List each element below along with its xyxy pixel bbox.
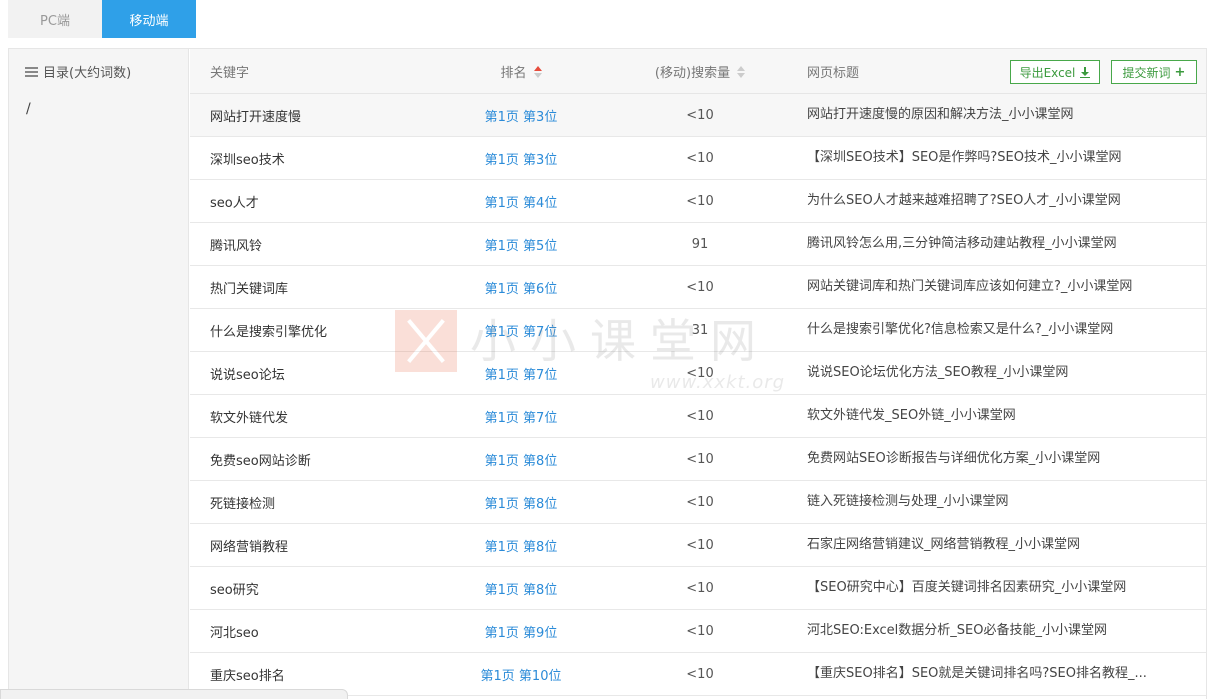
page-title-cell: 链入死链接检测与处理_小小课堂网 bbox=[807, 494, 1009, 509]
device-tabs: PC端 移动端 bbox=[8, 0, 196, 38]
table-row: 免费seo网站诊断 第1页 第8位 <10 免费网站SEO诊断报告与详细优化方案_小小… bbox=[190, 438, 1206, 481]
rank-link[interactable]: 第1页 第8位 bbox=[430, 524, 612, 566]
table-row: 网络营销教程 第1页 第8位 <10 石家庄网络营销建议_网络营销教程_小小课堂网 bbox=[190, 524, 1206, 567]
header-keyword: 关键字 bbox=[210, 66, 250, 81]
volume-cell: <10 bbox=[686, 365, 714, 381]
header-volume[interactable]: (移动)搜索量 bbox=[620, 49, 780, 94]
page-title-cell: 河北SEO:Excel数据分析_SEO必备技能_小小课堂网 bbox=[807, 623, 1107, 638]
rank-link[interactable]: 第1页 第7位 bbox=[430, 309, 612, 351]
rank-link[interactable]: 第1页 第8位 bbox=[430, 567, 612, 609]
directory-sidebar: 目录(大约词数) / bbox=[9, 49, 189, 699]
page-title-cell: 为什么SEO人才越来越难招聘了?SEO人才_小小课堂网 bbox=[807, 193, 1121, 208]
rank-link[interactable]: 第1页 第8位 bbox=[430, 481, 612, 523]
rank-link[interactable]: 第1页 第9位 bbox=[430, 610, 612, 652]
keyword-cell: 热门关键词库 bbox=[210, 281, 289, 297]
volume-cell: <10 bbox=[686, 451, 714, 467]
keyword-cell: 免费seo网站诊断 bbox=[210, 453, 311, 469]
directory-heading: 目录(大约词数) bbox=[25, 62, 131, 81]
sort-icon[interactable] bbox=[533, 65, 542, 78]
rank-link[interactable]: 第1页 第5位 bbox=[430, 223, 612, 265]
page-title-cell: 免费网站SEO诊断报告与详细优化方案_小小课堂网 bbox=[807, 451, 1101, 466]
table-row: 热门关键词库 第1页 第6位 <10 网站关键词库和热门关键词库应该如何建立?_小小课… bbox=[190, 266, 1206, 309]
header-rank[interactable]: 排名 bbox=[430, 49, 612, 94]
header-page-title: 网页标题 bbox=[807, 66, 860, 81]
volume-cell: <10 bbox=[686, 666, 714, 682]
volume-cell: 91 bbox=[691, 236, 709, 252]
keyword-cell: seo研究 bbox=[210, 582, 259, 598]
rank-link[interactable]: 第1页 第7位 bbox=[430, 352, 612, 394]
keyword-table: 关键字 排名 (移动)搜索量 网页标题 导出Excel 提交新词 + 网站打开速… bbox=[190, 49, 1206, 699]
page-title-cell: 什么是搜索引擎优化?信息检索又是什么?_小小课堂网 bbox=[807, 322, 1114, 337]
rank-link[interactable]: 第1页 第3位 bbox=[430, 137, 612, 179]
volume-cell: <10 bbox=[686, 107, 714, 123]
rank-link[interactable]: 第1页 第3位 bbox=[430, 94, 612, 136]
rank-link[interactable]: 第1页 第8位 bbox=[430, 438, 612, 480]
header-volume-label: (移动)搜索量 bbox=[654, 66, 731, 81]
volume-cell: <10 bbox=[686, 494, 714, 510]
directory-title: 目录(大约词数) bbox=[43, 66, 132, 81]
keyword-cell: 腾讯风铃 bbox=[210, 238, 263, 254]
table-row: 什么是搜索引擎优化 第1页 第7位 31 什么是搜索引擎优化?信息检索又是什么?_小小… bbox=[190, 309, 1206, 352]
table-row: 说说seo论坛 第1页 第7位 <10 说说SEO论坛优化方法_SEO教程_小小课堂网 bbox=[190, 352, 1206, 395]
table-row: seo研究 第1页 第8位 <10 【SEO研究中心】百度关键词排名因素研究_小小课堂… bbox=[190, 567, 1206, 610]
volume-cell: <10 bbox=[686, 193, 714, 209]
table-body: 网站打开速度慢 第1页 第3位 <10 网站打开速度慢的原因和解决方法_小小课堂网 深圳… bbox=[190, 94, 1206, 696]
keyword-cell: 说说seo论坛 bbox=[210, 367, 285, 383]
status-bar bbox=[0, 689, 348, 699]
sort-icon[interactable] bbox=[737, 65, 746, 78]
keyword-cell: 什么是搜索引擎优化 bbox=[210, 324, 328, 340]
page-title-cell: 说说SEO论坛优化方法_SEO教程_小小课堂网 bbox=[807, 365, 1069, 380]
page-title-cell: 【深圳SEO技术】SEO是作弊吗?SEO技术_小小课堂网 bbox=[807, 150, 1122, 165]
volume-cell: <10 bbox=[686, 279, 714, 295]
keyword-cell: 网站打开速度慢 bbox=[210, 109, 302, 125]
page-title-cell: 软文外链代发_SEO外链_小小课堂网 bbox=[807, 408, 1016, 423]
directory-root-item[interactable]: / bbox=[26, 101, 31, 117]
table-row: 死链接检测 第1页 第8位 <10 链入死链接检测与处理_小小课堂网 bbox=[190, 481, 1206, 524]
rank-link[interactable]: 第1页 第10位 bbox=[430, 653, 612, 695]
results-panel: 目录(大约词数) / 关键字 排名 (移动)搜索量 网页标题 导出Excel 提… bbox=[8, 48, 1207, 699]
page-title-cell: 网站打开速度慢的原因和解决方法_小小课堂网 bbox=[807, 107, 1074, 122]
table-row: 网站打开速度慢 第1页 第3位 <10 网站打开速度慢的原因和解决方法_小小课堂网 bbox=[190, 94, 1206, 137]
keyword-cell: 软文外链代发 bbox=[210, 410, 289, 426]
download-icon bbox=[1080, 66, 1091, 78]
plus-icon: + bbox=[1174, 64, 1186, 80]
rank-link[interactable]: 第1页 第6位 bbox=[430, 266, 612, 308]
page-title-cell: 石家庄网络营销建议_网络营销教程_小小课堂网 bbox=[807, 537, 1081, 552]
submit-keyword-label: 提交新词 bbox=[1122, 65, 1171, 80]
volume-cell: 31 bbox=[691, 322, 709, 338]
volume-cell: <10 bbox=[686, 623, 714, 639]
tab-pc[interactable]: PC端 bbox=[8, 0, 102, 38]
tab-mobile[interactable]: 移动端 bbox=[102, 0, 196, 38]
rank-link[interactable]: 第1页 第4位 bbox=[430, 180, 612, 222]
page-title-cell: 【重庆SEO排名】SEO就是关键词排名吗?SEO排名教程_... bbox=[807, 666, 1147, 681]
export-excel-label: 导出Excel bbox=[1019, 65, 1076, 80]
page-title-cell: 网站关键词库和热门关键词库应该如何建立?_小小课堂网 bbox=[807, 279, 1133, 294]
table-row: 河北seo 第1页 第9位 <10 河北SEO:Excel数据分析_SEO必备技能_小… bbox=[190, 610, 1206, 653]
table-row: 腾讯风铃 第1页 第5位 91 腾讯风铃怎么用,三分钟简洁移动建站教程_小小课堂网 bbox=[190, 223, 1206, 266]
keyword-cell: seo人才 bbox=[210, 195, 259, 211]
volume-cell: <10 bbox=[686, 150, 714, 166]
rank-link[interactable]: 第1页 第7位 bbox=[430, 395, 612, 437]
keyword-cell: 河北seo bbox=[210, 625, 259, 641]
list-icon bbox=[25, 66, 38, 77]
table-row: seo人才 第1页 第4位 <10 为什么SEO人才越来越难招聘了?SEO人才_小小课… bbox=[190, 180, 1206, 223]
keyword-cell: 死链接检测 bbox=[210, 496, 276, 512]
export-excel-button[interactable]: 导出Excel bbox=[1010, 60, 1100, 84]
volume-cell: <10 bbox=[686, 537, 714, 553]
header-rank-label: 排名 bbox=[500, 66, 527, 81]
volume-cell: <10 bbox=[686, 408, 714, 424]
keyword-cell: 深圳seo技术 bbox=[210, 152, 285, 168]
page-title-cell: 腾讯风铃怎么用,三分钟简洁移动建站教程_小小课堂网 bbox=[807, 236, 1117, 251]
submit-keyword-button[interactable]: 提交新词 + bbox=[1111, 60, 1197, 84]
volume-cell: <10 bbox=[686, 580, 714, 596]
table-row: 深圳seo技术 第1页 第3位 <10 【深圳SEO技术】SEO是作弊吗?SEO技术_… bbox=[190, 137, 1206, 180]
table-row: 软文外链代发 第1页 第7位 <10 软文外链代发_SEO外链_小小课堂网 bbox=[190, 395, 1206, 438]
keyword-cell: 网络营销教程 bbox=[210, 539, 289, 555]
page-title-cell: 【SEO研究中心】百度关键词排名因素研究_小小课堂网 bbox=[807, 580, 1127, 595]
table-header: 关键字 排名 (移动)搜索量 网页标题 导出Excel 提交新词 + bbox=[190, 49, 1206, 94]
